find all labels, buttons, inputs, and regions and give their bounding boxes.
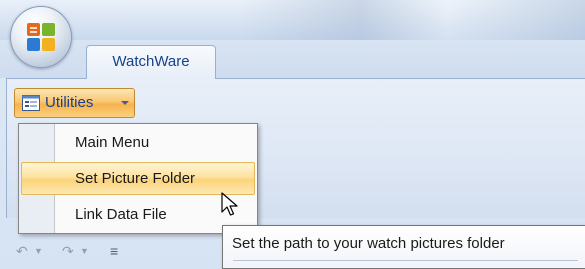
undo-dropdown-icon[interactable]: ▼ (34, 242, 43, 260)
office-logo-icon (27, 23, 55, 51)
quick-access-toolbar: ↶ ▼ ↷ ▼ ≡ (14, 242, 154, 260)
redo-icon[interactable]: ↷ (62, 242, 74, 260)
menu-item-set-picture-folder[interactable]: Set Picture Folder (21, 162, 255, 195)
status-tooltip: Set the path to your watch pictures fold… (222, 225, 585, 269)
office-button[interactable] (10, 6, 72, 68)
mouse-pointer-icon (221, 192, 238, 216)
utilities-button-label: Utilities (45, 94, 94, 111)
chevron-down-icon (121, 101, 129, 105)
undo-icon[interactable]: ↶ (16, 242, 28, 260)
menu-item-label: Link Data File (75, 206, 167, 223)
utilities-button[interactable]: Utilities (14, 88, 135, 118)
list-form-icon (22, 95, 40, 111)
redo-dropdown-icon[interactable]: ▼ (80, 242, 89, 260)
title-bar (0, 0, 585, 40)
tab-watchware[interactable]: WatchWare (86, 45, 216, 79)
tooltip-text: Set the path to your watch pictures fold… (232, 235, 505, 252)
menu-item-main-menu[interactable]: Main Menu (21, 126, 255, 159)
tooltip-divider (233, 260, 578, 261)
menu-item-link-data-file[interactable]: Link Data File (21, 198, 255, 231)
customize-toolbar-icon[interactable]: ≡ (110, 242, 118, 260)
menu-item-label: Main Menu (75, 134, 150, 151)
title-bar-gloss (240, 0, 585, 40)
menu-item-label: Set Picture Folder (75, 170, 196, 187)
application-window: WatchWare Utilities Main Menu Set Pictur… (0, 0, 585, 269)
